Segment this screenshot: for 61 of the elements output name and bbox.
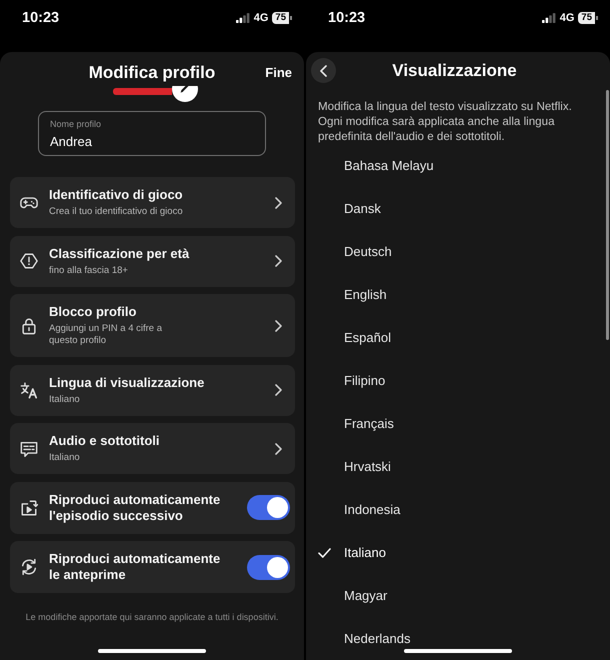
pencil-badge-icon[interactable]	[172, 86, 198, 102]
chevron-right-icon	[275, 384, 282, 396]
alert-hexagon-icon	[20, 252, 38, 270]
language-option[interactable]: Français	[306, 402, 600, 445]
setting-title: Audio e sottotitoli	[49, 433, 160, 449]
signal-icon	[542, 13, 556, 23]
chevron-right-icon	[275, 442, 282, 454]
setting-subtitle: Aggiungi un PIN a 4 cifre a questo profilo	[49, 323, 164, 347]
setting-subtitle: Crea il tuo identificativo di gioco	[49, 206, 184, 218]
settings-card[interactable]: Blocco profilo Aggiungi un PIN a 4 cifre a questo profilo	[10, 294, 295, 357]
done-button[interactable]: Fine	[265, 65, 292, 81]
sync-play-icon	[20, 558, 38, 576]
toggle-switch[interactable]	[247, 554, 290, 580]
chevron-left-icon	[320, 64, 327, 76]
network-label: 4G	[560, 12, 574, 24]
language-option[interactable]: Español	[306, 316, 600, 359]
settings-card[interactable]: Classificazione per età fino alla fascia 18+	[10, 236, 295, 286]
setting-subtitle: Italiano	[49, 394, 81, 406]
chevron-right-icon	[275, 255, 282, 267]
play-next-icon	[20, 498, 38, 516]
captions-icon	[20, 440, 38, 458]
language-option[interactable]: Magyar	[306, 574, 600, 617]
settings-card[interactable]: Lingua di visualizzazione Italiano	[10, 364, 295, 416]
lock-icon	[20, 316, 38, 334]
language-option[interactable]: Deutsch	[306, 230, 600, 273]
setting-title: Identificativo di gioco	[49, 187, 184, 203]
language-option[interactable]: English	[306, 273, 600, 316]
setting-subtitle: Italiano	[49, 452, 81, 464]
avatar-image	[113, 88, 172, 95]
setting-title: Riproduci automaticamente l'episodio successivo	[49, 492, 222, 524]
setting-subtitle: fino alla fascia 18+	[49, 264, 129, 276]
setting-title: Lingua di visualizzazione	[49, 374, 206, 390]
status-time: 10:23	[328, 9, 366, 27]
network-label: 4G	[254, 12, 268, 24]
chevron-right-icon	[275, 196, 282, 208]
setting-title: Blocco profilo	[49, 304, 138, 320]
battery-indicator: 75	[272, 12, 292, 24]
settings-card[interactable]: Audio e sottotitoli Italiano	[10, 423, 295, 474]
settings-card[interactable]: Identificativo di gioco Crea il tuo identificativo di gioco	[10, 177, 295, 228]
description-text: Modifica la lingua del testo visualizzato su Netflix. Ogni modifica sarà applicata anche alla lingua predefinita dell'audio e dei sottotitoli.	[318, 99, 573, 144]
back-button[interactable]	[311, 58, 336, 83]
screen-title: Visualizzazione	[392, 60, 517, 80]
language-option[interactable]: Italiano	[306, 531, 600, 574]
language-option[interactable]: Indonesia	[306, 488, 600, 531]
name-field[interactable]: Nome profilo Andrea	[38, 111, 266, 156]
chevron-right-icon	[275, 320, 282, 332]
signal-icon	[236, 13, 250, 23]
setting-title: Classificazione per età	[49, 246, 190, 262]
language-option[interactable]: Hrvatski	[306, 445, 600, 488]
status-time: 10:23	[22, 9, 60, 27]
footer-note: Le modifiche apportate qui saranno applicate a tutti i dispositivi.	[24, 611, 280, 623]
language-option[interactable]: Bahasa Melayu	[306, 144, 600, 187]
battery-indicator: 75	[578, 12, 598, 24]
check-icon	[318, 548, 331, 558]
translate-icon	[20, 381, 38, 399]
screen-title: Modifica profilo	[88, 63, 216, 83]
setting-title: Riproduci automaticamente le anteprime	[49, 551, 222, 583]
language-option[interactable]: Dansk	[306, 187, 600, 230]
language-option[interactable]: Filipino	[306, 359, 600, 402]
language-option[interactable]: Nederlands	[306, 617, 600, 660]
toggle-switch[interactable]	[247, 495, 290, 520]
